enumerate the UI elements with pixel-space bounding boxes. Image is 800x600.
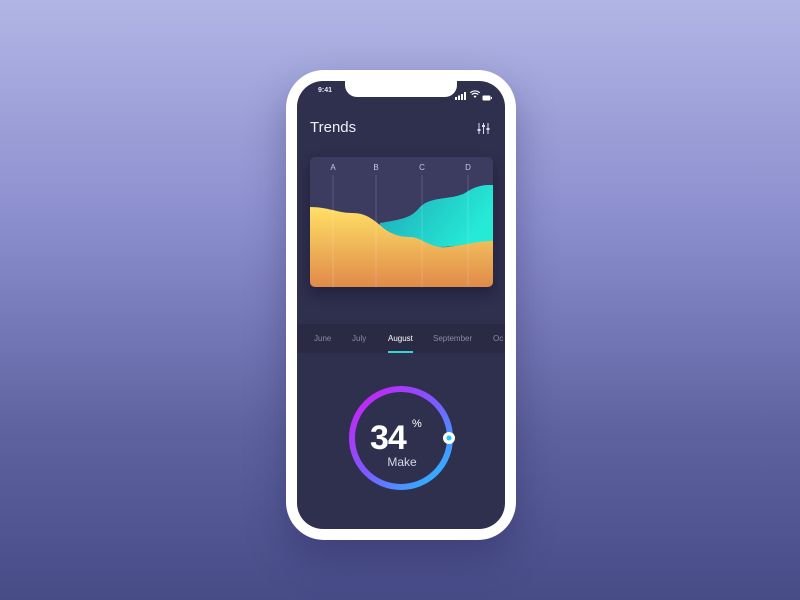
status-time: 9:41 <box>318 87 333 94</box>
month-tab-october[interactable]: Oc <box>493 334 503 343</box>
wifi-icon <box>469 86 481 98</box>
month-tab-july[interactable]: July <box>352 334 366 343</box>
gauge-knob-center <box>446 435 452 441</box>
selected-month-indicator <box>388 351 413 353</box>
page-title: Trends <box>310 119 357 136</box>
phone-frame: 9:41 Trends A B C D June July August Sep… <box>286 70 516 540</box>
month-selector: June July August September Oc <box>297 324 505 353</box>
month-tab-june[interactable]: June <box>314 334 331 343</box>
gauge-label: Make <box>387 455 417 469</box>
trends-chart: A B C D <box>310 157 493 287</box>
gauge-value: 34 <box>370 419 407 457</box>
battery-icon <box>482 88 492 101</box>
chart-marker-label: D <box>465 163 471 172</box>
chart-marker-label: A <box>330 163 336 172</box>
month-tab-september[interactable]: September <box>433 334 472 343</box>
chart-marker-label: B <box>373 163 378 172</box>
app-screen: 9:41 Trends A B C D June July August Sep… <box>297 81 505 529</box>
progress-gauge: 34 % Make <box>346 383 456 493</box>
trends-chart-svg: A B C D <box>310 163 493 287</box>
gauge-unit: % <box>412 418 422 430</box>
sliders-icon[interactable] <box>477 122 490 135</box>
signal-icon <box>455 87 467 100</box>
status-icons <box>455 86 492 101</box>
phone-notch <box>345 81 457 97</box>
chart-marker-label: C <box>419 163 425 172</box>
month-tab-august[interactable]: August <box>388 334 413 343</box>
